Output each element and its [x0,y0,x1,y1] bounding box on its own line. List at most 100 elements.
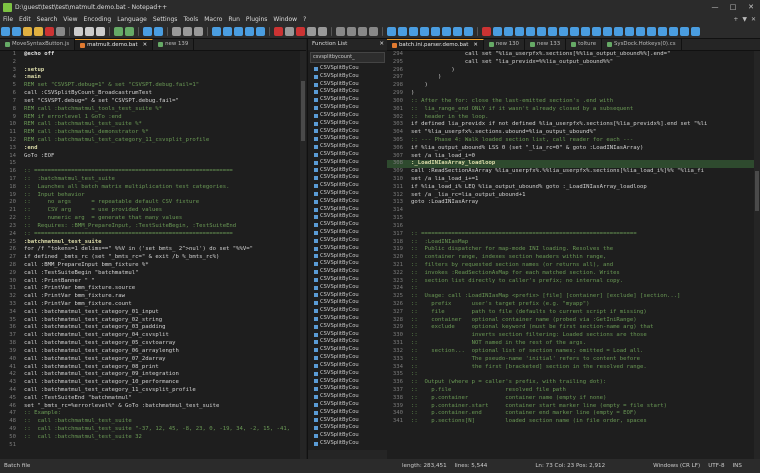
code-line[interactable]: 316 [387,223,760,231]
function-list-item[interactable]: CSVSplitByCou [308,135,387,143]
code-line[interactable]: 18:: Launches all batch matrix multiplic… [0,184,306,192]
code-line[interactable]: 47:: Example: [0,410,306,418]
code-line[interactable]: 325:: Usage: call :LoadINIasMap <prefix>… [387,293,760,301]
toolbar-button-icon[interactable] [143,27,152,36]
code-line[interactable]: 331:: NOT named in the rest of the args. [387,340,760,348]
code-line[interactable]: 51 [0,442,306,450]
toolbar-button-icon[interactable] [647,27,656,36]
code-line[interactable]: 317:: ==================================… [387,231,760,239]
code-line[interactable]: 332:: section... optional list of sectio… [387,348,760,356]
toolbar-button-icon[interactable] [12,27,21,36]
code-line[interactable]: 329:: exclude optional keyword (must be … [387,324,760,332]
code-line[interactable]: 8 REM call :batchmatmul_tools_test_suite … [0,106,306,114]
toolbar-button-icon[interactable] [526,27,535,36]
code-line[interactable]: 9 REM if errorlevel 1 GoTo :end [0,114,306,122]
function-list-item[interactable]: CSVSplitByCou [308,88,387,96]
code-line[interactable]: 294 call set "%lia_userpfx%.sections[%%l… [387,51,760,59]
code-line[interactable]: 330:: inverts section filtering: Loaded … [387,332,760,340]
function-list-item[interactable]: CSVSplitByCou [308,331,387,339]
left-tab[interactable]: matmult.demo.bat ✕ [75,39,154,50]
function-list-item[interactable]: CSVSplitByCou [308,237,387,245]
toolbar-button-icon[interactable] [442,27,451,36]
function-list-item[interactable]: CSVSplitByCou [308,385,387,393]
toolbar-button-icon[interactable] [464,27,473,36]
code-line[interactable]: 337:: p.file resolved file path [387,387,760,395]
code-line[interactable]: 1 @echo off [0,51,306,59]
code-line[interactable]: 43 call :batchmatmul_test_category_10_per… [0,379,306,387]
toolbar-button-icon[interactable] [56,27,65,36]
function-list-item[interactable]: CSVSplitByCou [308,315,387,323]
function-list-item[interactable]: CSVSplitByCou [308,206,387,214]
toolbar-button-icon[interactable] [296,27,305,36]
toolbar-button-icon[interactable] [234,27,243,36]
toolbar-button-icon[interactable] [636,27,645,36]
menu-file[interactable]: File [0,16,16,23]
code-line[interactable]: 303 if defined lia_previdx if not defined… [387,121,760,129]
code-line[interactable]: 298 ) [387,82,760,90]
toolbar-button-icon[interactable] [194,27,203,36]
right-tab[interactable]: SysDock.Hotkeys(0).cs [602,39,682,50]
function-list-item[interactable]: CSVSplitByCou [308,229,387,237]
code-line[interactable]: 24:: ===================================… [0,231,306,239]
function-list-item[interactable]: CSVSplitByCou [308,440,387,448]
code-line[interactable]: 14 GoTo :EOF [0,153,306,161]
code-line[interactable]: 314 [387,207,760,215]
function-list-item[interactable]: CSVSplitByCou [308,284,387,292]
code-line[interactable]: 299) [387,90,760,98]
menu-plugins[interactable]: Plugins [243,16,271,23]
toolbar-button-icon[interactable] [504,27,513,36]
toolbar-button-icon[interactable] [358,27,367,36]
code-line[interactable]: 29 call :TestSuiteBegin "batchmatmul" [0,270,306,278]
code-line[interactable]: 309 call :ReadSectionAsArray %lia_userpfx… [387,168,760,176]
code-line[interactable]: 13:end [0,145,306,153]
function-list-item[interactable]: CSVSplitByCou [308,424,387,432]
close-button[interactable]: ✕ [742,3,760,11]
code-line[interactable]: 2 [0,59,306,67]
code-line[interactable]: 297 ) [387,74,760,82]
code-line[interactable]: 7 set "CSVSPT.debug=" & set "CSVSPT.debug… [0,98,306,106]
function-list-item[interactable]: CSVSplitByCou [308,159,387,167]
code-line[interactable]: 315 [387,215,760,223]
function-list-item[interactable]: CSVSplitByCou [308,393,387,401]
close-icon[interactable]: ✕ [379,39,387,50]
code-line[interactable]: 308:_LoadINIasArray_loadloop [387,160,760,169]
function-list-item[interactable]: CSVSplitByCou [308,362,387,370]
function-list-item[interactable]: CSVSplitByCou [308,268,387,276]
toolbar-button-icon[interactable] [74,27,83,36]
code-line[interactable]: 6 call :CSVSplitByCount_BroadcastrumTest [0,90,306,98]
code-line[interactable]: 313 goto :LoadINIasArray [387,199,760,207]
code-line[interactable]: 11 REM call :batchmatmul_demonstrator %* [0,129,306,137]
code-line[interactable]: 36 call :batchmatmul_test_category_03_pad… [0,324,306,332]
code-line[interactable]: 10 REM call :batchmatmul_test_suite %* [0,121,306,129]
code-line[interactable]: 335:: [387,371,760,379]
toolbar-button-icon[interactable] [183,27,192,36]
toolbar-button-icon[interactable] [409,27,418,36]
code-line[interactable]: 341:: p.sections[N] loaded section name … [387,418,760,426]
code-line[interactable]: 46 set "_bmts_rc=%errorlevel%" & GoTo :ba… [0,403,306,411]
toolbar-button-icon[interactable] [398,27,407,36]
code-line[interactable]: 15 [0,160,306,168]
left-tab[interactable]: MoveSyntaxButton.js [0,39,76,50]
toolbar-button-icon[interactable] [172,27,181,36]
toolbar-button-icon[interactable] [515,27,524,36]
code-line[interactable]: 340:: p.container.end container end mark… [387,410,760,418]
function-list-item[interactable]: CSVSplitByCou [308,174,387,182]
code-line[interactable]: 295 call set "lia_previdx=%%lia_output_u… [387,59,760,67]
code-line[interactable]: 328:: container optional container name … [387,317,760,325]
toolbar-button-icon[interactable] [431,27,440,36]
code-line[interactable]: 334:: the first [bracketed] section in t… [387,364,760,372]
code-line[interactable]: 41 call :batchmatmul_test_category_08_pri… [0,364,306,372]
code-line[interactable]: 17:: :batchmatmul_test_suite [0,176,306,184]
function-list-item[interactable]: CSVSplitByCou [308,112,387,120]
toolbar-button-icon[interactable] [603,27,612,36]
function-list-item[interactable]: CSVSplitByCou [308,104,387,112]
toolbar-button-icon[interactable] [625,27,634,36]
code-line[interactable]: 5 REM set "CSVSPT.debug=1" & set "CSVSPT.… [0,82,306,90]
maximize-button[interactable]: □ [724,3,742,11]
code-line[interactable]: 323:: section list directly to caller's … [387,278,760,286]
toolbar-button-icon[interactable] [592,27,601,36]
toolbar-button-icon[interactable] [34,27,43,36]
function-list-item[interactable]: CSVSplitByCou [308,128,387,136]
function-list-item[interactable]: CSVSplitByCou [308,120,387,128]
code-line[interactable]: 37 call :batchmatmul_test_category_04_csv… [0,332,306,340]
